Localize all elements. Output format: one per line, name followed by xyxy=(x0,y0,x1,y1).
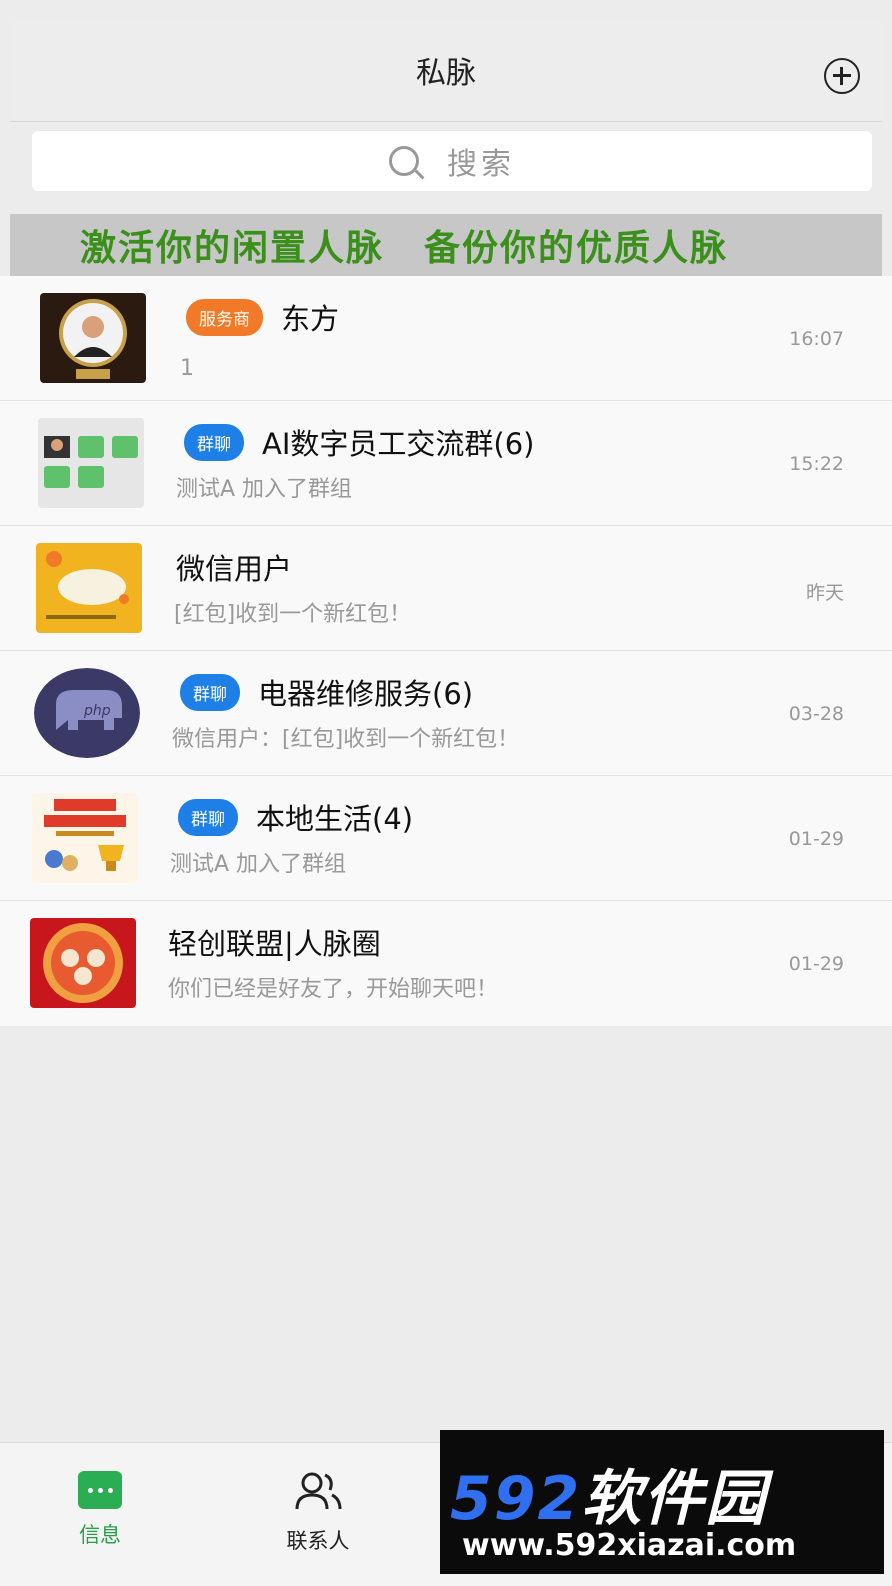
chat-preview: 你们已经是好友了，开始聊天吧！ xyxy=(168,977,499,1002)
chat-row[interactable]: 微信用户 [红包]收到一个新红包！ 昨天 xyxy=(0,526,892,651)
chat-name: 微信用户 xyxy=(176,552,293,586)
search-placeholder: 搜索 xyxy=(447,147,515,182)
chat-name: 东方 xyxy=(281,302,340,336)
chat-preview: 微信用户：[红包]收到一个新红包！ xyxy=(172,727,520,752)
banner-text-right: 备份你的优质人脉 xyxy=(424,228,729,269)
chat-name: 轻创联盟|人脉圈 xyxy=(168,927,381,961)
chat-row[interactable]: 群聊 AI数字员工交流群(6) 测试A 加入了群组 15:22 xyxy=(0,401,892,526)
watermark-number: 592 xyxy=(450,1464,582,1534)
header: 私脉 xyxy=(10,18,882,122)
chat-row[interactable]: php 群聊 电器维修服务(6) 微信用户：[红包]收到一个新红包！ 03-28 xyxy=(0,651,892,776)
recruit-poster-avatar xyxy=(32,793,138,883)
tab-label: 信息 xyxy=(79,1523,121,1547)
chat-row[interactable]: 群聊 本地生活(4) 测试A 加入了群组 01-29 xyxy=(0,776,892,901)
chat-time: 16:07 xyxy=(789,328,844,350)
chat-preview: 测试A 加入了群组 xyxy=(176,477,353,502)
tab-contacts[interactable]: 联系人 xyxy=(258,1471,378,1555)
chat-preview: 测试A 加入了群组 xyxy=(170,852,347,877)
tab-label: 联系人 xyxy=(286,1529,350,1553)
search-icon xyxy=(389,146,419,176)
chat-preview: 1 xyxy=(180,356,194,381)
service-provider-tag: 服务商 xyxy=(186,298,263,336)
red-illustration-avatar xyxy=(30,918,136,1008)
chat-time: 01-29 xyxy=(788,953,844,975)
chat-time: 03-28 xyxy=(788,703,844,725)
contacts-icon xyxy=(295,1472,342,1510)
chat-time: 15:22 xyxy=(789,453,844,475)
chat-bubble-icon xyxy=(78,1471,122,1509)
group-tag: 群聊 xyxy=(184,423,244,461)
chat-list: 服务商 东方 1 16:07 群聊 AI数字员工交流群(6) 测试A 加入了群组… xyxy=(0,276,892,1026)
chat-row[interactable]: 服务商 东方 1 16:07 xyxy=(0,276,892,401)
watermark: 592软件园 www.592xiazai.com xyxy=(440,1430,884,1574)
promo-banner[interactable]: 激活你的闲置人脉 备份你的优质人脉 xyxy=(10,214,882,276)
banner-text-left: 激活你的闲置人脉 xyxy=(80,228,385,269)
watermark-brand: 软件园 xyxy=(581,1464,768,1534)
page-title: 私脉 xyxy=(416,56,476,91)
chat-preview: [红包]收到一个新红包！ xyxy=(174,602,412,627)
search-bar[interactable]: 搜索 xyxy=(32,131,872,191)
yellow-cartoon-avatar xyxy=(36,543,142,633)
chat-row[interactable]: 轻创联盟|人脉圈 你们已经是好友了，开始聊天吧！ 01-29 xyxy=(0,901,892,1026)
chat-name: 电器维修服务(6) xyxy=(258,677,474,711)
php-elephant-avatar: php xyxy=(34,668,140,758)
svg-text:php: php xyxy=(83,703,111,719)
chat-time: 01-29 xyxy=(788,828,844,850)
group-tag: 群聊 xyxy=(178,798,238,836)
watermark-url: www.592xiazai.com xyxy=(462,1528,797,1563)
chat-name: AI数字员工交流群(6) xyxy=(262,427,535,461)
tab-messages[interactable]: 信息 xyxy=(40,1471,160,1549)
group-tag: 群聊 xyxy=(180,673,240,711)
add-icon[interactable] xyxy=(824,58,860,94)
group-grid-avatar xyxy=(38,418,144,508)
chat-name: 本地生活(4) xyxy=(256,802,414,836)
chat-time: 昨天 xyxy=(805,582,844,604)
portrait-avatar xyxy=(40,293,146,383)
